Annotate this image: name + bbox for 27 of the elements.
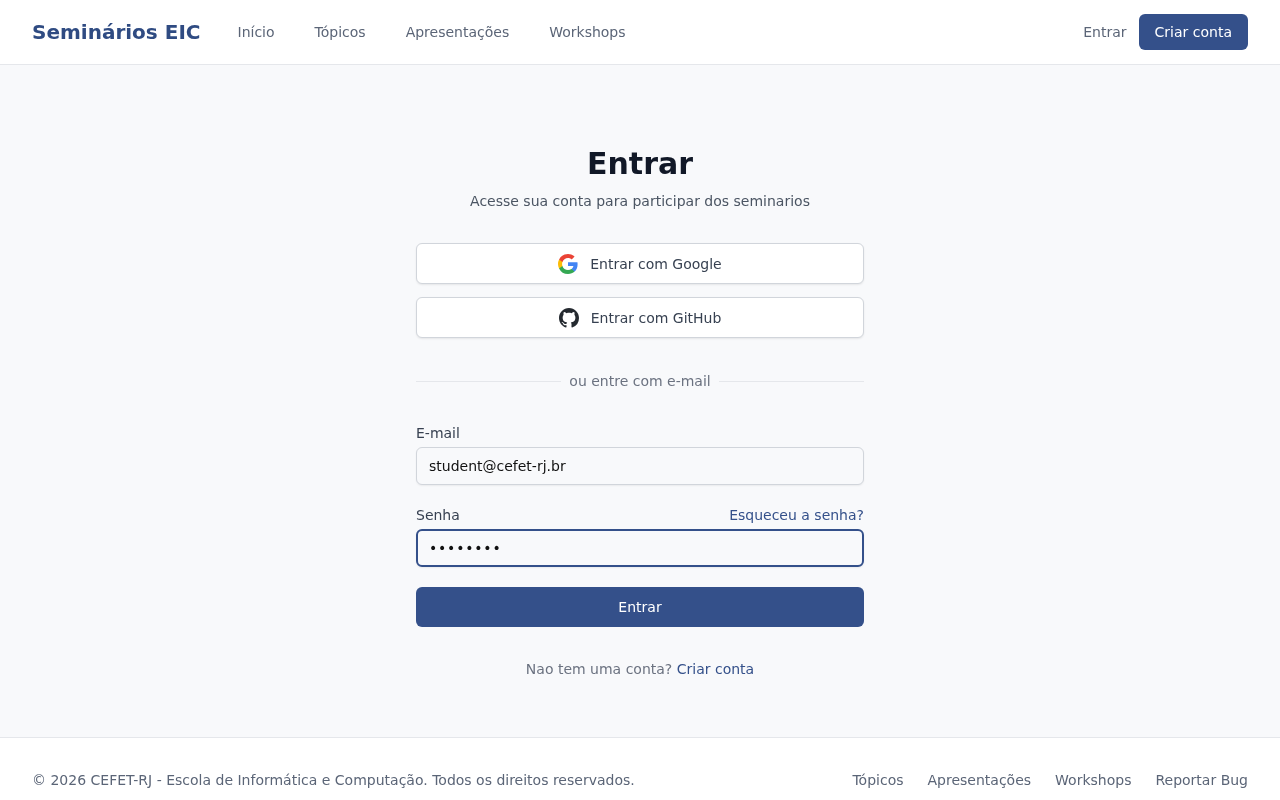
page-title: Entrar bbox=[586, 146, 694, 182]
oauth-button[interactable]: Entrar com Google bbox=[416, 243, 864, 284]
field-label: E-mail bbox=[416, 424, 460, 443]
signup-link[interactable]: Criar conta bbox=[676, 661, 755, 677]
footer-link[interactable]: Workshops bbox=[1055, 770, 1132, 790]
sign-up-button[interactable]: Criar conta bbox=[1138, 14, 1248, 50]
site-logo[interactable]: Seminários EIC bbox=[32, 20, 201, 44]
nav-link[interactable]: Tópicos bbox=[314, 24, 366, 40]
nav-link[interactable]: Apresentações bbox=[405, 24, 510, 40]
footer-link[interactable]: Reportar Bug bbox=[1155, 770, 1248, 790]
footer-link[interactable]: Apresentações bbox=[927, 770, 1032, 790]
oauth-button[interactable]: Entrar com GitHub bbox=[416, 297, 864, 338]
forgot-password-link[interactable]: Esqueceu a senha? bbox=[729, 505, 864, 525]
email-field[interactable]: student@cefet-rj.br bbox=[416, 447, 864, 485]
signup-prompt: Nao tem uma conta? Criar conta bbox=[524, 660, 756, 679]
github-logo-icon bbox=[558, 307, 579, 328]
copyright-text: © 2026 CEFET-RJ - Escola de Informática e Computação. Todos os direitos reservados. bbox=[32, 771, 635, 790]
sign-in-link[interactable]: Entrar bbox=[1083, 24, 1127, 40]
submit-button[interactable]: Entrar bbox=[416, 587, 864, 627]
google-logo-icon bbox=[558, 253, 579, 274]
page-subtitle: Acesse sua conta para participar dos seminarios bbox=[469, 192, 811, 211]
footer-link[interactable]: Tópicos bbox=[852, 770, 904, 790]
divider-label: ou entre com e-mail bbox=[569, 372, 711, 391]
password-field[interactable]: •••••••• bbox=[416, 529, 864, 567]
nav-link[interactable]: Início bbox=[237, 24, 275, 40]
field-label: Senha bbox=[416, 506, 460, 525]
nav-link[interactable]: Workshops bbox=[549, 24, 626, 40]
